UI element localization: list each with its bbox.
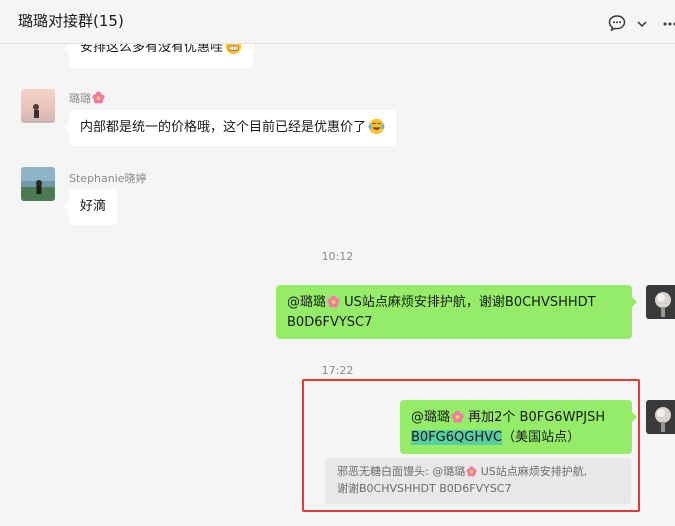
timestamp: 10:12 [321,250,354,263]
chat-bubble-icon[interactable] [608,14,626,32]
message-text: 安排这么多有没有优惠哇 [80,44,224,55]
flower-icon [451,410,464,423]
avatar[interactable] [21,167,55,201]
message-text: 好滴 [80,199,107,214]
flower-icon [327,295,340,308]
message-text: B0D6FVYSC7 [287,315,373,330]
my-avatar[interactable] [646,285,675,319]
message-text: 再加2个 B0FG6WPJSH [464,410,606,425]
timestamp: 17:22 [321,364,354,377]
highlighted-text: B0FG6QGHVC [411,430,503,445]
flower-icon [92,91,105,104]
chat-header: 璐璐对接群(15) [0,0,675,44]
quoted-message[interactable]: 邪恶无糖白面馒头: @璐璐 US站点麻烦安排护航, 谢谢B0CHVSHHDT B… [325,458,631,504]
avatar[interactable] [21,89,55,123]
message-bubble[interactable]: 内部都是统一的价格哦，这个目前已经是优惠价了 [63,110,397,146]
mention[interactable]: @璐璐 [287,295,326,310]
my-message-bubble[interactable]: @璐璐 US站点麻烦安排护航，谢谢B0CHVSHHDT B0D6FVYSC7 [276,285,637,339]
grin-emoji [225,44,242,55]
sender-name: Stephanie晓婷 [69,172,147,185]
message-list[interactable]: 安排这么多有没有优惠哇 璐璐 内部都是统一的价格哦，这个目前已经是优惠价了 St… [0,44,675,526]
my-avatar[interactable] [646,400,675,434]
message-bubble[interactable]: 安排这么多有没有优惠哇 [63,44,254,68]
flower-icon [466,466,477,477]
chevron-down-icon[interactable] [636,18,648,30]
my-message-bubble[interactable]: @璐璐 再加2个 B0FG6WPJSH B0FG6QGHVC（美国站点） [400,400,637,454]
more-icon[interactable] [662,15,675,33]
message-bubble[interactable]: 好滴 [63,189,118,225]
message-text: （美国站点） [502,430,581,445]
message-text: 内部都是统一的价格哦，这个目前已经是优惠价了 [80,120,367,135]
chat-title: 璐璐对接群(15) [18,12,124,30]
message-text: US站点麻烦安排护航，谢谢B0CHVSHHDT [340,295,596,310]
sender-name: 璐璐 [69,90,105,106]
laugh-tears-emoji [368,118,385,135]
mention[interactable]: @璐璐 [411,410,450,425]
